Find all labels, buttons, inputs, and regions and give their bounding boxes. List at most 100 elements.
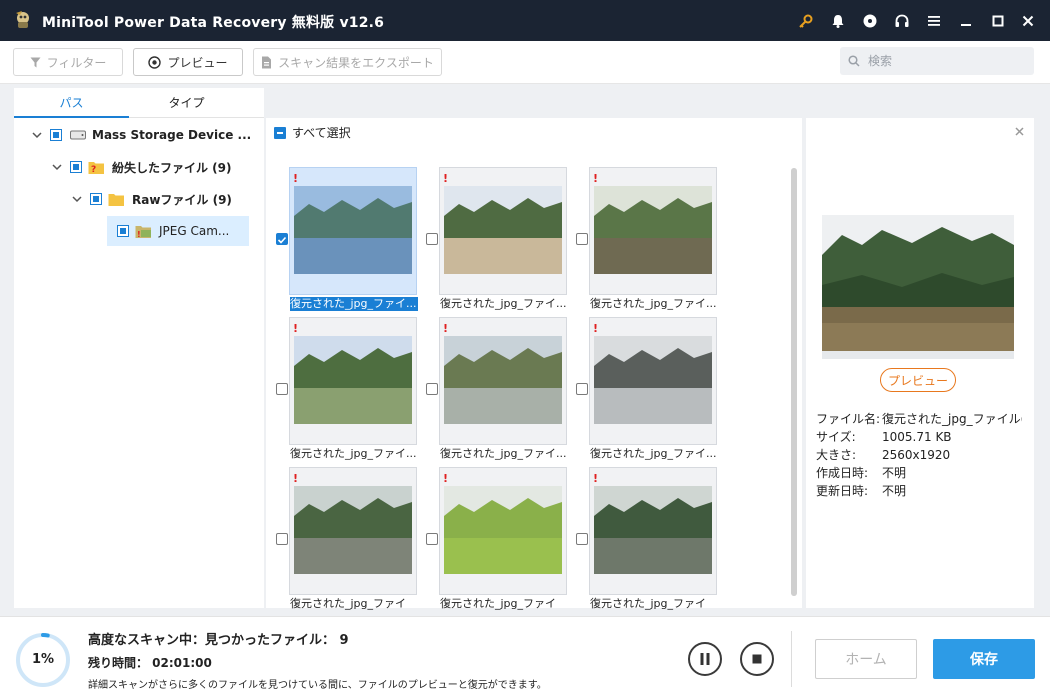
svg-text:?: ? <box>91 165 96 175</box>
warning-icon: ! <box>443 472 449 485</box>
select-all-label: すべて選択 <box>292 126 351 140</box>
svg-text:!: ! <box>137 230 141 239</box>
file-checkbox[interactable] <box>276 533 288 545</box>
chevron-down-icon[interactable] <box>70 192 84 206</box>
file-thumbnail[interactable]: ! <box>589 167 717 295</box>
image-folder-icon: ! <box>135 225 151 239</box>
pause-button[interactable] <box>688 642 722 676</box>
thumbnail-image <box>594 186 712 274</box>
file-thumbnail[interactable]: ! <box>439 317 567 445</box>
tree-label-jpeg: JPEG Cam... <box>159 224 230 238</box>
file-name[interactable]: 復元された_jpg_ファイ... <box>440 447 568 461</box>
status-divider <box>791 631 792 687</box>
left-panel: パス タイプ Mass Storage Device ... ? 紛失したファイ… <box>14 88 264 608</box>
save-button[interactable]: 保存 <box>933 639 1035 679</box>
file-name[interactable]: 復元された_jpg_ファイ <box>440 597 568 611</box>
file-thumbnail[interactable]: ! <box>439 467 567 595</box>
file-name[interactable]: 復元された_jpg_ファイ... <box>290 297 418 311</box>
file-thumbnail[interactable]: ! <box>289 317 417 445</box>
tab-type[interactable]: タイプ <box>129 88 244 118</box>
drive-icon <box>70 130 86 140</box>
check-icon <box>277 236 287 244</box>
file-thumbnail[interactable]: ! <box>589 317 717 445</box>
preview-label: プレビュー <box>167 55 228 70</box>
disc-icon[interactable] <box>860 11 880 31</box>
home-button[interactable]: ホーム <box>815 639 917 679</box>
file-checkbox[interactable] <box>576 233 588 245</box>
tree-checkbox[interactable] <box>90 193 102 205</box>
file-thumbnail[interactable]: ! <box>589 467 717 595</box>
vertical-scrollbar[interactable] <box>791 168 797 596</box>
tree-checkbox[interactable] <box>117 225 129 237</box>
file-name[interactable]: 復元された_jpg_ファイ... <box>590 447 718 461</box>
warning-icon: ! <box>293 322 299 335</box>
file-checkbox[interactable] <box>576 383 588 395</box>
thumbnail-image <box>594 486 712 574</box>
file-name[interactable]: 復元された_jpg_ファイ... <box>440 297 568 311</box>
file-thumbnail[interactable]: ! <box>439 167 567 295</box>
tab-path[interactable]: パス <box>14 88 129 118</box>
preview-file-button[interactable]: プレビュー <box>880 368 956 392</box>
file-thumbnail[interactable]: ! <box>289 167 417 295</box>
tree-node-raw-files[interactable]: Rawファイル (9) <box>14 184 264 214</box>
tree-checkbox[interactable] <box>70 161 82 173</box>
file-checkbox[interactable] <box>276 383 288 395</box>
tree-checkbox[interactable] <box>50 129 62 141</box>
preview-panel <box>806 118 1034 608</box>
scan-status: 高度なスキャン中：見つかったファイル： 9 <box>88 633 349 648</box>
stop-button[interactable] <box>740 642 774 676</box>
maximize-icon[interactable] <box>988 11 1008 31</box>
export-icon <box>262 56 272 68</box>
file-checkbox[interactable] <box>276 233 288 245</box>
file-name[interactable]: 復元された_jpg_ファイ... <box>590 297 718 311</box>
file-name[interactable]: 復元された_jpg_ファイ... <box>290 447 418 461</box>
chevron-down-icon[interactable] <box>30 128 44 142</box>
file-name[interactable]: 復元された_jpg_ファイ <box>590 597 718 611</box>
file-thumbnail[interactable]: ! <box>289 467 417 595</box>
key-icon[interactable] <box>796 11 816 31</box>
filter-icon <box>30 57 41 67</box>
headset-icon[interactable] <box>892 11 912 31</box>
warning-icon: ! <box>443 322 449 335</box>
filter-label: フィルター <box>46 55 107 70</box>
info-dimensions: 大きさ: 2560x1920 <box>816 448 951 462</box>
stop-icon <box>752 654 762 664</box>
search-input[interactable] <box>868 54 1028 68</box>
file-name[interactable]: 復元された_jpg_ファイ <box>290 597 418 611</box>
warning-icon: ! <box>593 172 599 185</box>
warning-icon: ! <box>593 322 599 335</box>
tree-label-lost-files: 紛失したファイル (9) <box>112 160 232 175</box>
file-checkbox[interactable] <box>426 533 438 545</box>
export-button[interactable]: スキャン結果をエクスポート <box>253 48 442 76</box>
thumbnail-image <box>444 486 562 574</box>
info-created: 作成日時: 不明 <box>816 466 907 480</box>
file-checkbox[interactable] <box>576 533 588 545</box>
thumbnail-image <box>594 336 712 424</box>
tree-node-lost-files[interactable]: ? 紛失したファイル (9) <box>14 152 264 182</box>
filter-button[interactable]: フィルター <box>13 48 123 76</box>
select-all[interactable]: すべて選択 <box>274 124 351 141</box>
tree-label-device: Mass Storage Device ... <box>92 128 252 142</box>
tree-node-jpeg[interactable]: ! JPEG Cam... <box>107 216 249 246</box>
close-preview-icon[interactable] <box>1012 124 1026 138</box>
thumbnail-image <box>294 186 412 274</box>
scan-note: 詳細スキャンがさらに多くのファイルを見つけている間に、ファイルのプレビューと復元… <box>88 680 547 691</box>
preview-button[interactable]: プレビュー <box>133 48 243 76</box>
minimize-icon[interactable] <box>956 11 976 31</box>
app-logo-icon <box>16 11 29 28</box>
warning-icon: ! <box>293 172 299 185</box>
search-box[interactable] <box>840 47 1034 75</box>
bell-icon[interactable] <box>828 11 848 31</box>
menu-icon[interactable] <box>924 11 944 31</box>
warning-icon: ! <box>443 172 449 185</box>
close-icon[interactable] <box>1018 11 1038 31</box>
file-checkbox[interactable] <box>426 233 438 245</box>
info-filename: ファイル名:復元された_jpg_ファイル(9).i <box>816 412 1022 426</box>
file-checkbox[interactable] <box>426 383 438 395</box>
info-size: サイズ: 1005.71 KB <box>816 430 952 444</box>
scrollbar-thumb[interactable] <box>791 168 797 596</box>
chevron-down-icon[interactable] <box>50 160 64 174</box>
search-icon <box>848 55 860 67</box>
tree-node-device[interactable]: Mass Storage Device ... <box>14 120 264 150</box>
select-all-checkbox[interactable] <box>274 126 286 139</box>
